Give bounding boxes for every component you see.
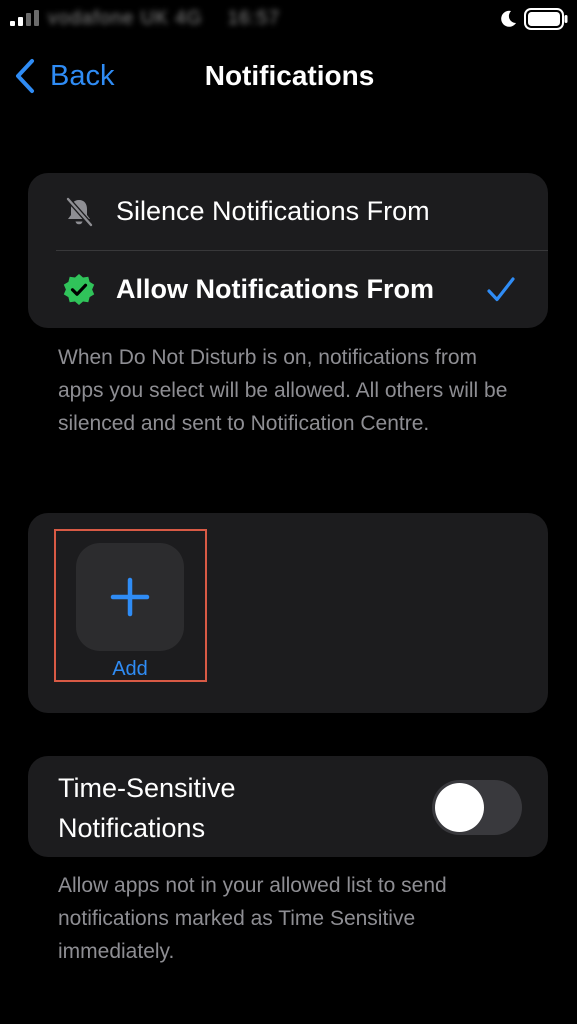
checkmark-seal-icon xyxy=(63,273,95,305)
battery-icon xyxy=(524,8,568,30)
time-sensitive-toggle[interactable] xyxy=(432,780,522,835)
cellular-signal-icon xyxy=(10,10,39,26)
status-bar: vodafone UK 4G 16:57 xyxy=(0,0,577,40)
plus-icon xyxy=(110,577,150,617)
allowed-apps-group: Add xyxy=(28,513,548,713)
time-sensitive-row: Time-Sensitive Notifications xyxy=(28,756,548,857)
allow-notifications-label: Allow Notifications From xyxy=(116,274,435,304)
back-label: Back xyxy=(50,59,115,92)
checkmark-icon xyxy=(487,276,515,301)
moon-icon xyxy=(501,10,516,27)
chevron-left-icon xyxy=(16,59,34,93)
mode-footnote: When Do Not Disturb is on, notifications… xyxy=(58,346,508,435)
silence-notifications-label: Silence Notifications From xyxy=(116,196,430,226)
add-app-button[interactable] xyxy=(76,543,184,651)
bell-slash-icon xyxy=(66,196,93,227)
add-app-label[interactable]: Add xyxy=(76,658,184,681)
time-sensitive-footnote: Allow apps not in your allowed list to s… xyxy=(58,874,447,963)
toggle-knob xyxy=(435,783,484,832)
notification-mode-group: Silence Notifications From Allow Notific… xyxy=(28,173,548,328)
carrier-label: vodafone UK 4G 16:57 xyxy=(48,8,281,29)
allow-notifications-option[interactable]: Allow Notifications From xyxy=(28,251,548,328)
back-button[interactable]: Back xyxy=(14,55,114,97)
silence-notifications-option[interactable]: Silence Notifications From xyxy=(28,173,548,250)
time-sensitive-label: Time-Sensitive Notifications xyxy=(58,773,236,843)
